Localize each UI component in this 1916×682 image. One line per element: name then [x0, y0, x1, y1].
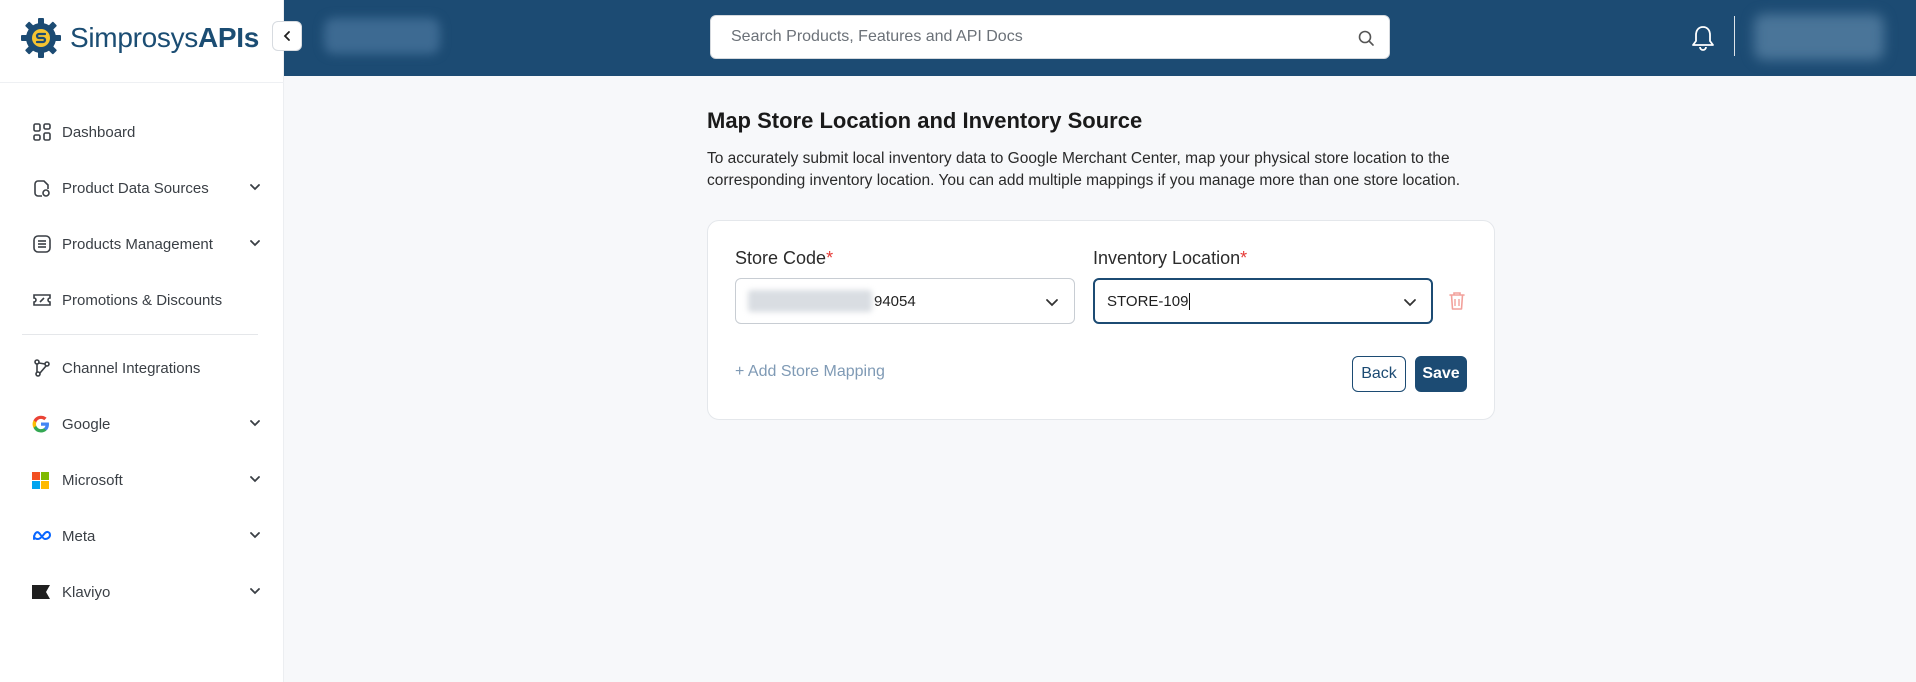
header-divider: [1734, 16, 1735, 56]
meta-logo-icon: [22, 530, 62, 542]
save-button[interactable]: Save: [1415, 356, 1467, 392]
sidebar-item-label: Klaviyo: [62, 583, 111, 601]
sidebar-item-microsoft[interactable]: Microsoft: [22, 460, 262, 500]
product-data-sources-icon: [22, 178, 62, 198]
chevron-down-icon: [1404, 299, 1416, 307]
search-bar[interactable]: [710, 15, 1390, 59]
search-icon[interactable]: [1357, 29, 1375, 47]
sidebar-item-label: Google: [62, 415, 111, 433]
chevron-down-icon: [250, 476, 260, 483]
integration-nodes-icon: [22, 358, 62, 378]
klaviyo-flag-icon: [22, 585, 62, 599]
page-title: Map Store Location and Inventory Source: [707, 108, 1143, 133]
user-account-menu-redacted[interactable]: [1754, 14, 1884, 60]
text-caret: [1189, 292, 1191, 310]
chevron-down-icon: [250, 420, 260, 427]
app-logo[interactable]: SimprosysAPIs: [18, 14, 259, 62]
sidebar-item-label: Meta: [62, 527, 96, 545]
chevron-down-icon: [250, 240, 260, 247]
sidebar-item-label: Channel Integrations: [62, 359, 201, 377]
sidebar-item-products-management[interactable]: Products Management: [22, 224, 262, 264]
store-code-value: 94054: [874, 292, 916, 310]
sidebar: SimprosysAPIs Dashboard Product Data Sou…: [0, 0, 284, 682]
google-logo-icon: [22, 415, 62, 433]
chevron-down-icon: [1046, 299, 1058, 307]
sidebar-item-label: Products Management: [62, 235, 213, 253]
store-code-select[interactable]: 94054: [735, 278, 1075, 324]
store-selector-redacted[interactable]: [324, 18, 440, 54]
search-input[interactable]: [731, 28, 1351, 46]
inventory-location-select[interactable]: STORE-109: [1093, 278, 1433, 324]
sidebar-item-channel-integrations[interactable]: Channel Integrations: [22, 348, 262, 388]
sidebar-item-dashboard[interactable]: Dashboard: [22, 112, 262, 152]
store-code-label: Store Code*: [735, 248, 834, 268]
microsoft-logo-icon: [22, 471, 62, 489]
logo-divider: [0, 82, 284, 83]
chevron-down-icon: [250, 532, 260, 539]
inventory-location-value: STORE-109: [1107, 292, 1189, 310]
dashboard-grid-icon: [22, 122, 62, 142]
store-mapping-card: Store Code* 94054 Inventory Location* ST…: [707, 220, 1495, 420]
sidebar-item-label: Microsoft: [62, 471, 123, 489]
delete-mapping-trash-icon[interactable]: [1448, 291, 1466, 311]
page-description: To accurately submit local inventory dat…: [707, 150, 1461, 189]
chevron-down-icon: [250, 588, 260, 595]
sidebar-item-product-data-sources[interactable]: Product Data Sources: [22, 168, 262, 208]
chevron-left-icon: [283, 31, 290, 41]
sidebar-item-label: Promotions & Discounts: [62, 291, 223, 309]
discount-ticket-icon: [22, 290, 62, 310]
top-header: [284, 0, 1916, 76]
required-asterisk: *: [1240, 248, 1248, 268]
list-icon: [22, 234, 62, 254]
app-name: SimprosysAPIs: [70, 22, 260, 53]
sidebar-item-promotions-discounts[interactable]: Promotions & Discounts: [22, 280, 262, 320]
sidebar-item-google[interactable]: Google: [22, 404, 262, 444]
sidebar-item-meta[interactable]: Meta: [22, 516, 262, 556]
sidebar-item-label: Product Data Sources: [62, 179, 209, 197]
required-asterisk: *: [826, 248, 834, 268]
add-store-mapping-link[interactable]: + Add Store Mapping: [735, 363, 885, 381]
sidebar-divider: [22, 334, 258, 335]
collapse-sidebar-button[interactable]: [272, 21, 302, 51]
notification-bell-icon[interactable]: [1690, 24, 1716, 52]
back-button[interactable]: Back: [1352, 356, 1406, 392]
inventory-location-label: Inventory Location*: [1093, 248, 1248, 268]
simprosys-gear-logo-icon: [21, 18, 61, 58]
store-code-redacted-prefix: [748, 290, 872, 312]
sidebar-item-label: Dashboard: [62, 123, 136, 141]
sidebar-item-klaviyo[interactable]: Klaviyo: [22, 572, 262, 612]
chevron-down-icon: [250, 184, 260, 191]
